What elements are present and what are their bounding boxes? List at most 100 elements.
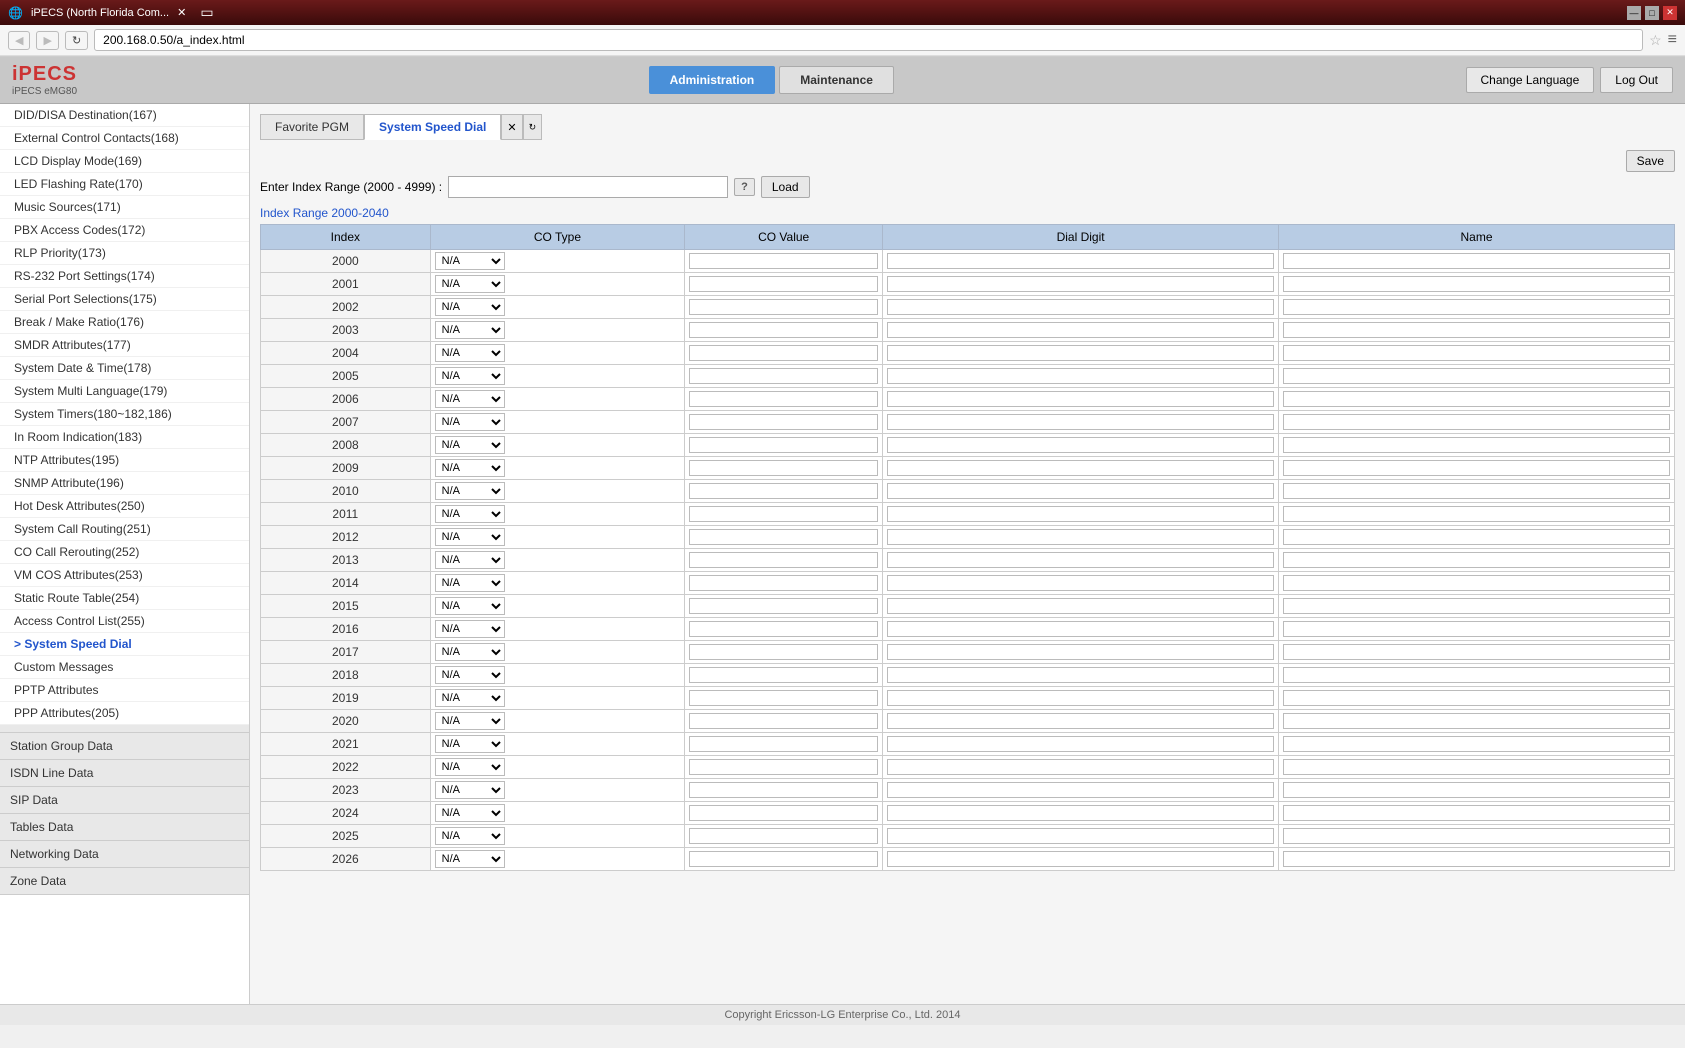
sidebar-section-networking[interactable]: Networking Data xyxy=(0,841,249,868)
sidebar-item-smdr[interactable]: SMDR Attributes(177) xyxy=(0,334,249,357)
co-value-input[interactable] xyxy=(689,621,878,637)
dial-digit-input[interactable] xyxy=(887,253,1274,269)
sidebar-section-sip-data[interactable]: SIP Data xyxy=(0,787,249,814)
administration-tab[interactable]: Administration xyxy=(649,66,776,94)
name-input[interactable] xyxy=(1283,276,1670,292)
dial-digit-input[interactable] xyxy=(887,690,1274,706)
name-input[interactable] xyxy=(1283,414,1670,430)
sidebar-item-serial-port[interactable]: Serial Port Selections(175) xyxy=(0,288,249,311)
sidebar-item-lcd-display[interactable]: LCD Display Mode(169) xyxy=(0,150,249,173)
dial-digit-input[interactable] xyxy=(887,598,1274,614)
dial-digit-input[interactable] xyxy=(887,437,1274,453)
name-input[interactable] xyxy=(1283,782,1670,798)
name-input[interactable] xyxy=(1283,713,1670,729)
co-type-select[interactable]: N/A xyxy=(435,551,505,569)
dial-digit-input[interactable] xyxy=(887,483,1274,499)
sidebar-item-custom-messages[interactable]: Custom Messages xyxy=(0,656,249,679)
name-input[interactable] xyxy=(1283,506,1670,522)
co-type-select[interactable]: N/A xyxy=(435,758,505,776)
co-value-input[interactable] xyxy=(689,529,878,545)
sidebar-item-external-control[interactable]: External Control Contacts(168) xyxy=(0,127,249,150)
co-value-input[interactable] xyxy=(689,644,878,660)
co-value-input[interactable] xyxy=(689,782,878,798)
name-input[interactable] xyxy=(1283,667,1670,683)
close-button[interactable]: ✕ xyxy=(1663,6,1677,20)
co-type-select[interactable]: N/A xyxy=(435,850,505,868)
dial-digit-input[interactable] xyxy=(887,552,1274,568)
log-out-button[interactable]: Log Out xyxy=(1600,67,1673,93)
tab-close-x[interactable]: ✕ xyxy=(177,6,186,19)
refresh-button[interactable]: ↻ xyxy=(65,31,88,50)
tab-reload-button[interactable]: ↻ xyxy=(523,114,543,140)
sidebar-item-system-date[interactable]: System Date & Time(178) xyxy=(0,357,249,380)
dial-digit-input[interactable] xyxy=(887,759,1274,775)
co-type-select[interactable]: N/A xyxy=(435,344,505,362)
co-type-select[interactable]: N/A xyxy=(435,620,505,638)
co-type-select[interactable]: N/A xyxy=(435,712,505,730)
co-type-select[interactable]: N/A xyxy=(435,321,505,339)
name-input[interactable] xyxy=(1283,322,1670,338)
bookmark-icon[interactable]: ☆ xyxy=(1649,32,1662,49)
co-value-input[interactable] xyxy=(689,276,878,292)
load-button[interactable]: Load xyxy=(761,176,810,198)
name-input[interactable] xyxy=(1283,575,1670,591)
co-value-input[interactable] xyxy=(689,253,878,269)
dial-digit-input[interactable] xyxy=(887,667,1274,683)
dial-digit-input[interactable] xyxy=(887,575,1274,591)
co-type-select[interactable]: N/A xyxy=(435,804,505,822)
dial-digit-input[interactable] xyxy=(887,506,1274,522)
tab-system-speed-dial[interactable]: System Speed Dial xyxy=(364,114,501,140)
sidebar-item-pptp[interactable]: PPTP Attributes xyxy=(0,679,249,702)
co-type-select[interactable]: N/A xyxy=(435,781,505,799)
change-language-button[interactable]: Change Language xyxy=(1466,67,1595,93)
sidebar-item-co-call[interactable]: CO Call Rerouting(252) xyxy=(0,541,249,564)
dial-digit-input[interactable] xyxy=(887,460,1274,476)
name-input[interactable] xyxy=(1283,690,1670,706)
sidebar-item-system-call[interactable]: System Call Routing(251) xyxy=(0,518,249,541)
sidebar-item-system-speed-dial[interactable]: System Speed Dial xyxy=(0,633,249,656)
co-type-select[interactable]: N/A xyxy=(435,252,505,270)
forward-button[interactable]: ▶ xyxy=(36,31,58,50)
sidebar-item-hot-desk[interactable]: Hot Desk Attributes(250) xyxy=(0,495,249,518)
help-button[interactable]: ? xyxy=(734,178,755,196)
co-type-select[interactable]: N/A xyxy=(435,597,505,615)
name-input[interactable] xyxy=(1283,644,1670,660)
sidebar-item-in-room[interactable]: In Room Indication(183) xyxy=(0,426,249,449)
dial-digit-input[interactable] xyxy=(887,644,1274,660)
sidebar-item-ntp[interactable]: NTP Attributes(195) xyxy=(0,449,249,472)
co-value-input[interactable] xyxy=(689,598,878,614)
sidebar-item-break-make[interactable]: Break / Make Ratio(176) xyxy=(0,311,249,334)
co-value-input[interactable] xyxy=(689,460,878,476)
co-value-input[interactable] xyxy=(689,345,878,361)
sidebar-section-station-group[interactable]: Station Group Data xyxy=(0,733,249,760)
co-type-select[interactable]: N/A xyxy=(435,505,505,523)
co-value-input[interactable] xyxy=(689,552,878,568)
sidebar-section-tables-data[interactable]: Tables Data xyxy=(0,814,249,841)
dial-digit-input[interactable] xyxy=(887,391,1274,407)
co-value-input[interactable] xyxy=(689,667,878,683)
co-type-select[interactable]: N/A xyxy=(435,298,505,316)
co-value-input[interactable] xyxy=(689,391,878,407)
name-input[interactable] xyxy=(1283,805,1670,821)
dial-digit-input[interactable] xyxy=(887,621,1274,637)
dial-digit-input[interactable] xyxy=(887,276,1274,292)
co-value-input[interactable] xyxy=(689,805,878,821)
sidebar-item-access-control[interactable]: Access Control List(255) xyxy=(0,610,249,633)
sidebar-item-static-route[interactable]: Static Route Table(254) xyxy=(0,587,249,610)
dial-digit-input[interactable] xyxy=(887,736,1274,752)
name-input[interactable] xyxy=(1283,299,1670,315)
co-value-input[interactable] xyxy=(689,414,878,430)
co-type-select[interactable]: N/A xyxy=(435,367,505,385)
co-type-select[interactable]: N/A xyxy=(435,643,505,661)
name-input[interactable] xyxy=(1283,345,1670,361)
name-input[interactable] xyxy=(1283,736,1670,752)
dial-digit-input[interactable] xyxy=(887,805,1274,821)
co-type-select[interactable]: N/A xyxy=(435,666,505,684)
sidebar-item-rlp-priority[interactable]: RLP Priority(173) xyxy=(0,242,249,265)
dial-digit-input[interactable] xyxy=(887,299,1274,315)
dial-digit-input[interactable] xyxy=(887,851,1274,867)
name-input[interactable] xyxy=(1283,368,1670,384)
name-input[interactable] xyxy=(1283,483,1670,499)
dial-digit-input[interactable] xyxy=(887,713,1274,729)
co-type-select[interactable]: N/A xyxy=(435,459,505,477)
